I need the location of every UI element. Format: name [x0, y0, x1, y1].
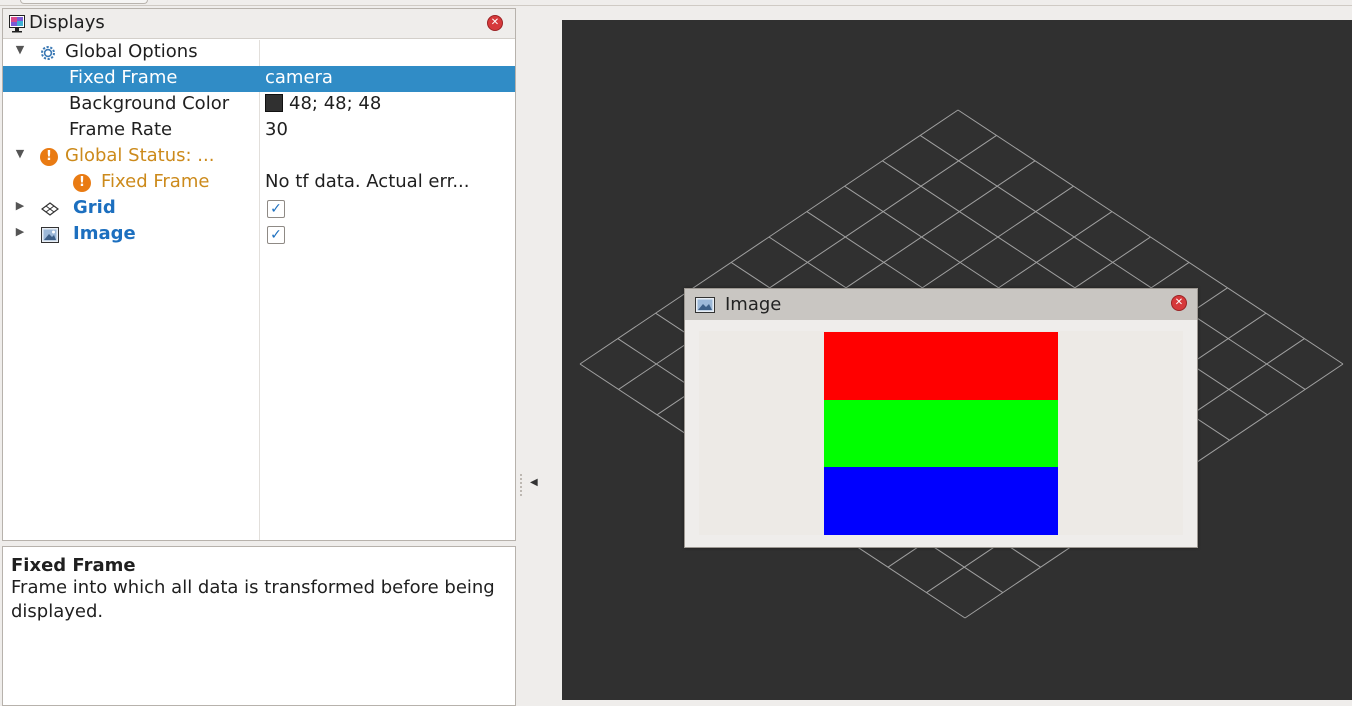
color-swatch [265, 94, 283, 112]
displays-panel-title: Displays [29, 12, 105, 33]
tree-row-global-options[interactable]: ▼ Global Options [3, 40, 515, 66]
close-icon[interactable]: ✕ [1171, 295, 1187, 311]
monitor-icon [9, 15, 25, 33]
panel-collapse-handle[interactable]: ◀ [518, 470, 546, 500]
warning-icon: ! [40, 148, 58, 166]
tree-row-label: Fixed Frame [69, 67, 178, 88]
tree-row-label: Image [73, 223, 136, 244]
displays-tree: ▼ Global Options Fixed Frame camera Back… [3, 40, 515, 540]
background-color-value[interactable]: 48; 48; 48 [265, 93, 381, 114]
displays-panel-header: Displays ✕ [3, 9, 515, 39]
tree-row-background-color[interactable]: Background Color 48; 48; 48 [3, 92, 515, 118]
image-content [824, 332, 1058, 535]
image-enabled-checkbox[interactable]: ✓ [267, 226, 285, 244]
green-stripe [824, 399, 1058, 468]
toolbar-tab-fragment[interactable] [20, 0, 148, 4]
description-title: Fixed Frame [11, 555, 136, 576]
tree-row-frame-rate[interactable]: Frame Rate 30 [3, 118, 515, 144]
tree-row-image[interactable]: ▶ Image ✓ [3, 222, 515, 248]
description-body: Frame into which all data is transformed… [11, 577, 495, 622]
splitter-handle[interactable] [248, 540, 272, 556]
tree-row-status-fixed-frame[interactable]: ! Fixed Frame No tf data. Actual err... [3, 170, 515, 196]
collapse-arrow-icon[interactable]: ▶ [13, 199, 27, 212]
grid-icon [41, 202, 59, 216]
grid-enabled-checkbox[interactable]: ✓ [267, 200, 285, 218]
status-message: No tf data. Actual err... [265, 171, 470, 192]
tree-row-grid[interactable]: ▶ Grid ✓ [3, 196, 515, 222]
tree-row-fixed-frame[interactable]: Fixed Frame camera [3, 66, 515, 92]
warning-icon: ! [73, 174, 91, 192]
property-description: Fixed Frame Frame into which all data is… [2, 546, 516, 706]
splitter-grip[interactable] [520, 474, 522, 496]
fixed-frame-value[interactable]: camera [265, 67, 333, 88]
expand-arrow-icon[interactable]: ▼ [13, 147, 27, 160]
image-window-titlebar[interactable]: Image ✕ [685, 289, 1197, 320]
top-toolbar-strip [0, 0, 1352, 6]
red-stripe [824, 332, 1058, 400]
frame-rate-value[interactable]: 30 [265, 119, 288, 140]
collapse-left-icon[interactable]: ◀ [530, 477, 538, 488]
background-color-text: 48; 48; 48 [289, 93, 382, 114]
image-display-window[interactable]: Image ✕ [684, 288, 1198, 548]
collapse-arrow-icon[interactable]: ▶ [13, 225, 27, 238]
expand-arrow-icon[interactable]: ▼ [13, 43, 27, 56]
tree-row-label: Background Color [69, 93, 230, 114]
picture-icon [41, 227, 59, 243]
tree-row-label: Global Status: ... [65, 145, 215, 166]
image-canvas [699, 331, 1183, 535]
picture-icon [695, 297, 715, 313]
tree-row-label: Frame Rate [69, 119, 173, 140]
close-icon[interactable]: ✕ [487, 15, 503, 31]
tree-row-label: Grid [73, 197, 116, 218]
tree-row-global-status[interactable]: ▼ ! Global Status: ... [3, 144, 515, 170]
image-window-title: Image [725, 294, 782, 315]
tree-row-label: Fixed Frame [101, 171, 210, 192]
blue-stripe [824, 467, 1058, 535]
gear-icon [41, 46, 55, 60]
displays-panel: Displays ✕ ▼ Global Options Fixed Frame … [2, 8, 516, 541]
tree-row-label: Global Options [65, 41, 198, 62]
